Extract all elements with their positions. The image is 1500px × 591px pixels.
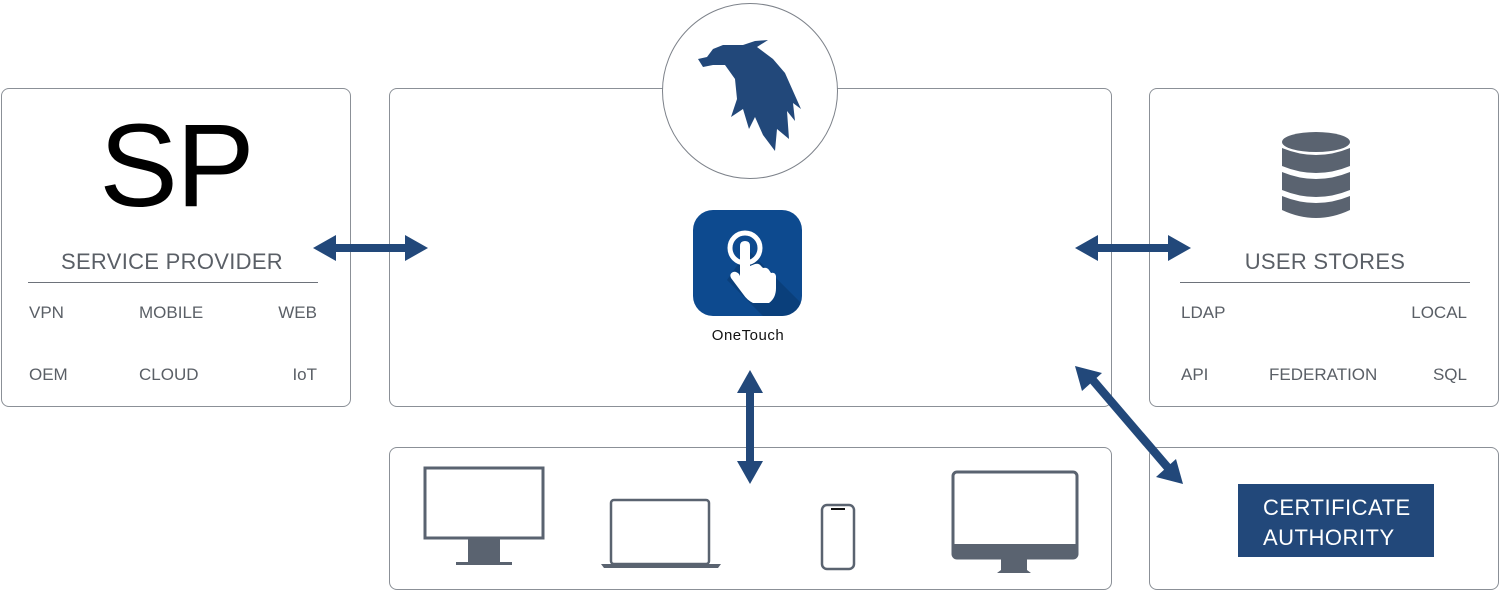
arrow-sp-core <box>313 235 428 261</box>
arrow-core-userstores <box>1075 235 1191 261</box>
connection-arrows <box>313 235 1191 484</box>
arrow-core-ca <box>1075 366 1183 484</box>
arrow-core-devices <box>737 370 763 484</box>
